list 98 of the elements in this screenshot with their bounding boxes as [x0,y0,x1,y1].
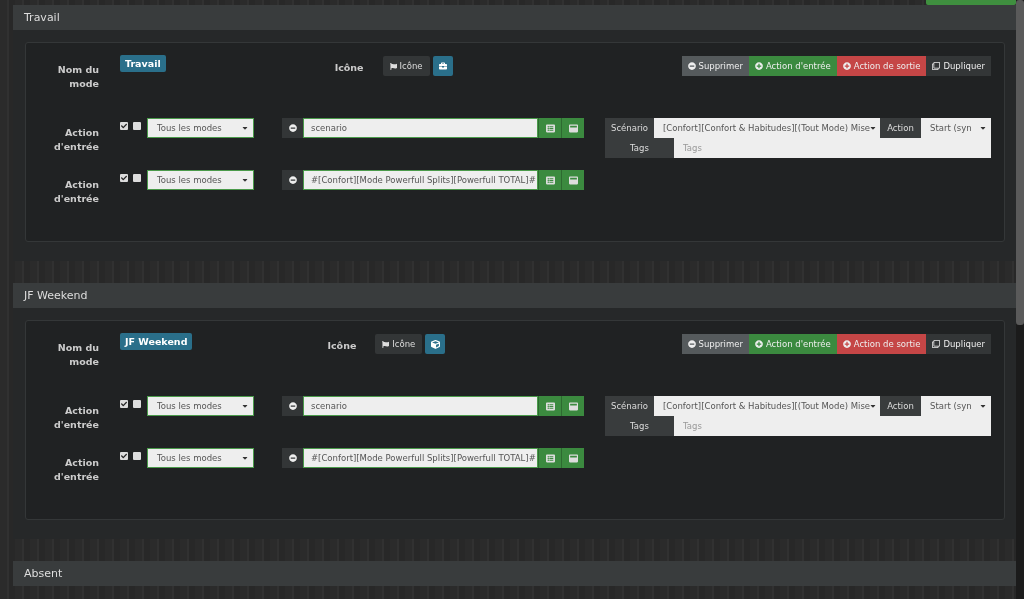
scenario-select[interactable]: [Confort][Confort & Habitudes][(Tout Mode) Mise [654,118,880,138]
field-label: Tags [605,416,674,436]
plus-icon [754,62,763,70]
mode-select[interactable]: Tous les modes [147,118,254,138]
panel-header[interactable]: JF Weekend [13,283,1016,308]
remove-button[interactable] [282,118,303,138]
action-field[interactable]: #[Confort][Mode Powerfull Splits][Powerfull TOTAL]# [303,448,538,468]
window-icon [568,453,578,463]
mode-name-badge: Travail [120,55,166,72]
caret-icon [979,124,987,132]
mode-icon-button[interactable] [425,334,446,354]
remove-button[interactable] [282,170,303,190]
mode-select[interactable]: Tous les modes [147,396,254,416]
minus-icon [288,176,297,184]
checkbox[interactable] [120,174,128,182]
window-icon [568,123,578,133]
panel-header[interactable]: Absent [13,561,1016,586]
remove-button[interactable] [282,448,303,468]
list-button[interactable] [538,170,561,190]
list-icon [545,401,555,411]
cube-icon [430,339,440,349]
field-label: Nom du mode [56,341,99,369]
list-button[interactable] [538,396,561,416]
field-label: Scénario [605,396,654,416]
checkbox[interactable] [133,174,141,182]
window-button[interactable] [561,170,584,190]
action-select[interactable]: Start (syn [921,396,991,416]
caret-icon [870,402,876,410]
field-label: Action [880,396,921,416]
action-button[interactable]: Action d'entrée [748,334,837,354]
field-label: Action d'entrée [52,126,99,154]
list-button[interactable] [538,448,561,468]
checkbox[interactable] [133,452,141,460]
remove-button[interactable] [282,396,303,416]
checkbox[interactable] [120,452,128,460]
scrollbar-thumb[interactable] [1016,0,1024,325]
flag-icon [389,62,397,70]
checkbox[interactable] [120,400,128,408]
window-button[interactable] [561,448,584,468]
action-button[interactable]: Supprimer [681,56,749,76]
window-button[interactable] [561,118,584,138]
field-label: Nom du mode [56,63,99,91]
copy-icon [932,62,941,70]
caret-icon [241,124,249,132]
field-label: Action d'entrée [52,178,99,206]
list-icon [545,123,555,133]
caret-icon [870,124,876,132]
minus-icon [687,62,696,70]
icon-button[interactable]: Icône [375,334,423,354]
scenario-select[interactable]: [Confort][Confort & Habitudes][(Tout Mode) Mise [654,396,880,416]
checkbox[interactable] [133,400,141,408]
list-button[interactable] [538,118,561,138]
caret-icon [241,176,249,184]
minus-icon [288,454,297,462]
action-field[interactable]: #[Confort][Mode Powerfull Splits][Powerfull TOTAL]# [303,170,538,190]
action-select[interactable]: Start (syn [921,118,991,138]
copy-icon [932,340,941,348]
tags-field[interactable]: Tags [674,416,991,436]
field-label: Tags [605,138,674,158]
mode-select[interactable]: Tous les modes [147,448,254,468]
list-icon [545,175,555,185]
flag-icon [382,340,390,348]
checkbox[interactable] [120,122,128,130]
action-button[interactable]: Dupliquer [926,334,991,354]
checkbox[interactable] [133,122,141,130]
minus-icon [687,340,696,348]
briefcase-icon [438,62,447,70]
action-button[interactable]: Action de sortie [836,334,927,354]
field-label: Scénario [605,118,654,138]
mode-select[interactable]: Tous les modes [147,170,254,190]
window-icon [568,175,578,185]
window-icon [568,401,578,411]
minus-icon [288,402,297,410]
mode-name-badge: JF Weekend [120,333,193,350]
field-label: Action d'entrée [52,404,99,432]
action-button[interactable]: Dupliquer [926,56,991,76]
action-button[interactable]: Action de sortie [836,56,927,76]
plus-icon [842,340,851,348]
caret-icon [241,402,249,410]
icon-button[interactable]: Icône [382,56,430,76]
field-label: Icône [334,62,364,73]
list-icon [545,453,555,463]
caret-icon [979,402,987,410]
plus-icon [754,340,763,348]
action-button[interactable]: Action d'entrée [748,56,837,76]
tags-field[interactable]: Tags [674,138,991,158]
action-button[interactable]: Supprimer [681,334,749,354]
plus-icon [842,62,851,70]
field-label: Action d'entrée [52,456,99,484]
mode-icon-button[interactable] [432,56,453,76]
panel-header[interactable]: Travail [13,5,1016,30]
window-button[interactable] [561,396,584,416]
minus-icon [288,124,297,132]
action-field[interactable]: scenario [303,118,538,138]
field-label: Action [880,118,921,138]
field-label: Icône [327,340,357,351]
action-field[interactable]: scenario [303,396,538,416]
caret-icon [241,454,249,462]
